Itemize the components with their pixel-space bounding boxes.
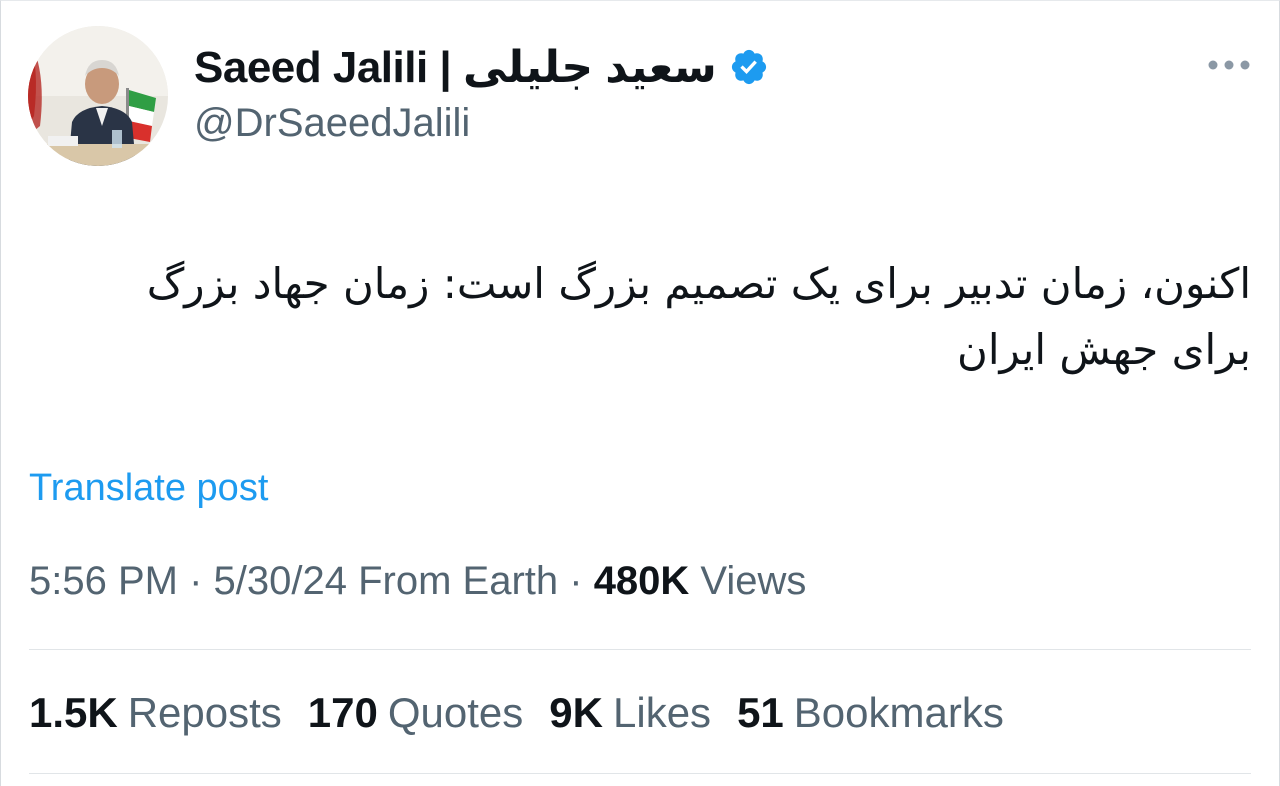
views-label: Views <box>689 559 807 603</box>
more-options-icon[interactable] <box>1203 51 1255 79</box>
author-handle[interactable]: @DrSaeedJalili <box>194 101 470 146</box>
meta-separator: · <box>558 559 594 603</box>
stat-reposts[interactable]: 1.5K Reposts <box>29 689 282 737</box>
stat-count: 1.5K <box>29 689 118 736</box>
stat-quotes[interactable]: 170 Quotes <box>308 689 524 737</box>
stat-label: Bookmarks <box>793 689 1004 736</box>
post-meta: 5:56 PM · 5/30/24 From Earth · 480K View… <box>29 559 806 604</box>
stat-likes[interactable]: 9K Likes <box>549 689 711 737</box>
divider <box>29 773 1251 774</box>
divider <box>29 649 1251 650</box>
stat-count: 9K <box>549 689 603 736</box>
stat-label: Likes <box>613 689 712 736</box>
tweet-card: Saeed Jalili | سعید جلیلی @DrSaeedJalili… <box>0 0 1280 786</box>
meta-separator: · <box>177 559 214 603</box>
stat-count: 51 <box>737 689 784 736</box>
post-time[interactable]: 5:56 PM <box>29 559 178 603</box>
stat-label: Quotes <box>387 689 524 736</box>
author-name-row[interactable]: Saeed Jalili | سعید جلیلی <box>194 39 769 95</box>
engagement-stats: 1.5K Reposts 170 Quotes 9K Likes 51 Bookmark… <box>29 689 1004 737</box>
post-source: From Earth <box>346 559 559 603</box>
profile-photo <box>28 26 168 166</box>
display-name[interactable]: Saeed Jalili | سعید جلیلی <box>194 42 717 93</box>
stat-label: Reposts <box>127 689 282 736</box>
translate-post-link[interactable]: Translate post <box>29 467 268 510</box>
stat-bookmarks[interactable]: 51 Bookmarks <box>737 689 1004 737</box>
views-count: 480K <box>593 559 690 603</box>
avatar[interactable] <box>28 26 168 166</box>
post-text: اکنون، زمان تدبیر برای یک تصمیم بزرگ است… <box>146 259 1251 374</box>
stat-count: 170 <box>307 689 378 736</box>
verified-badge-icon[interactable] <box>729 47 769 87</box>
post-date[interactable]: 5/30/24 <box>214 559 347 603</box>
